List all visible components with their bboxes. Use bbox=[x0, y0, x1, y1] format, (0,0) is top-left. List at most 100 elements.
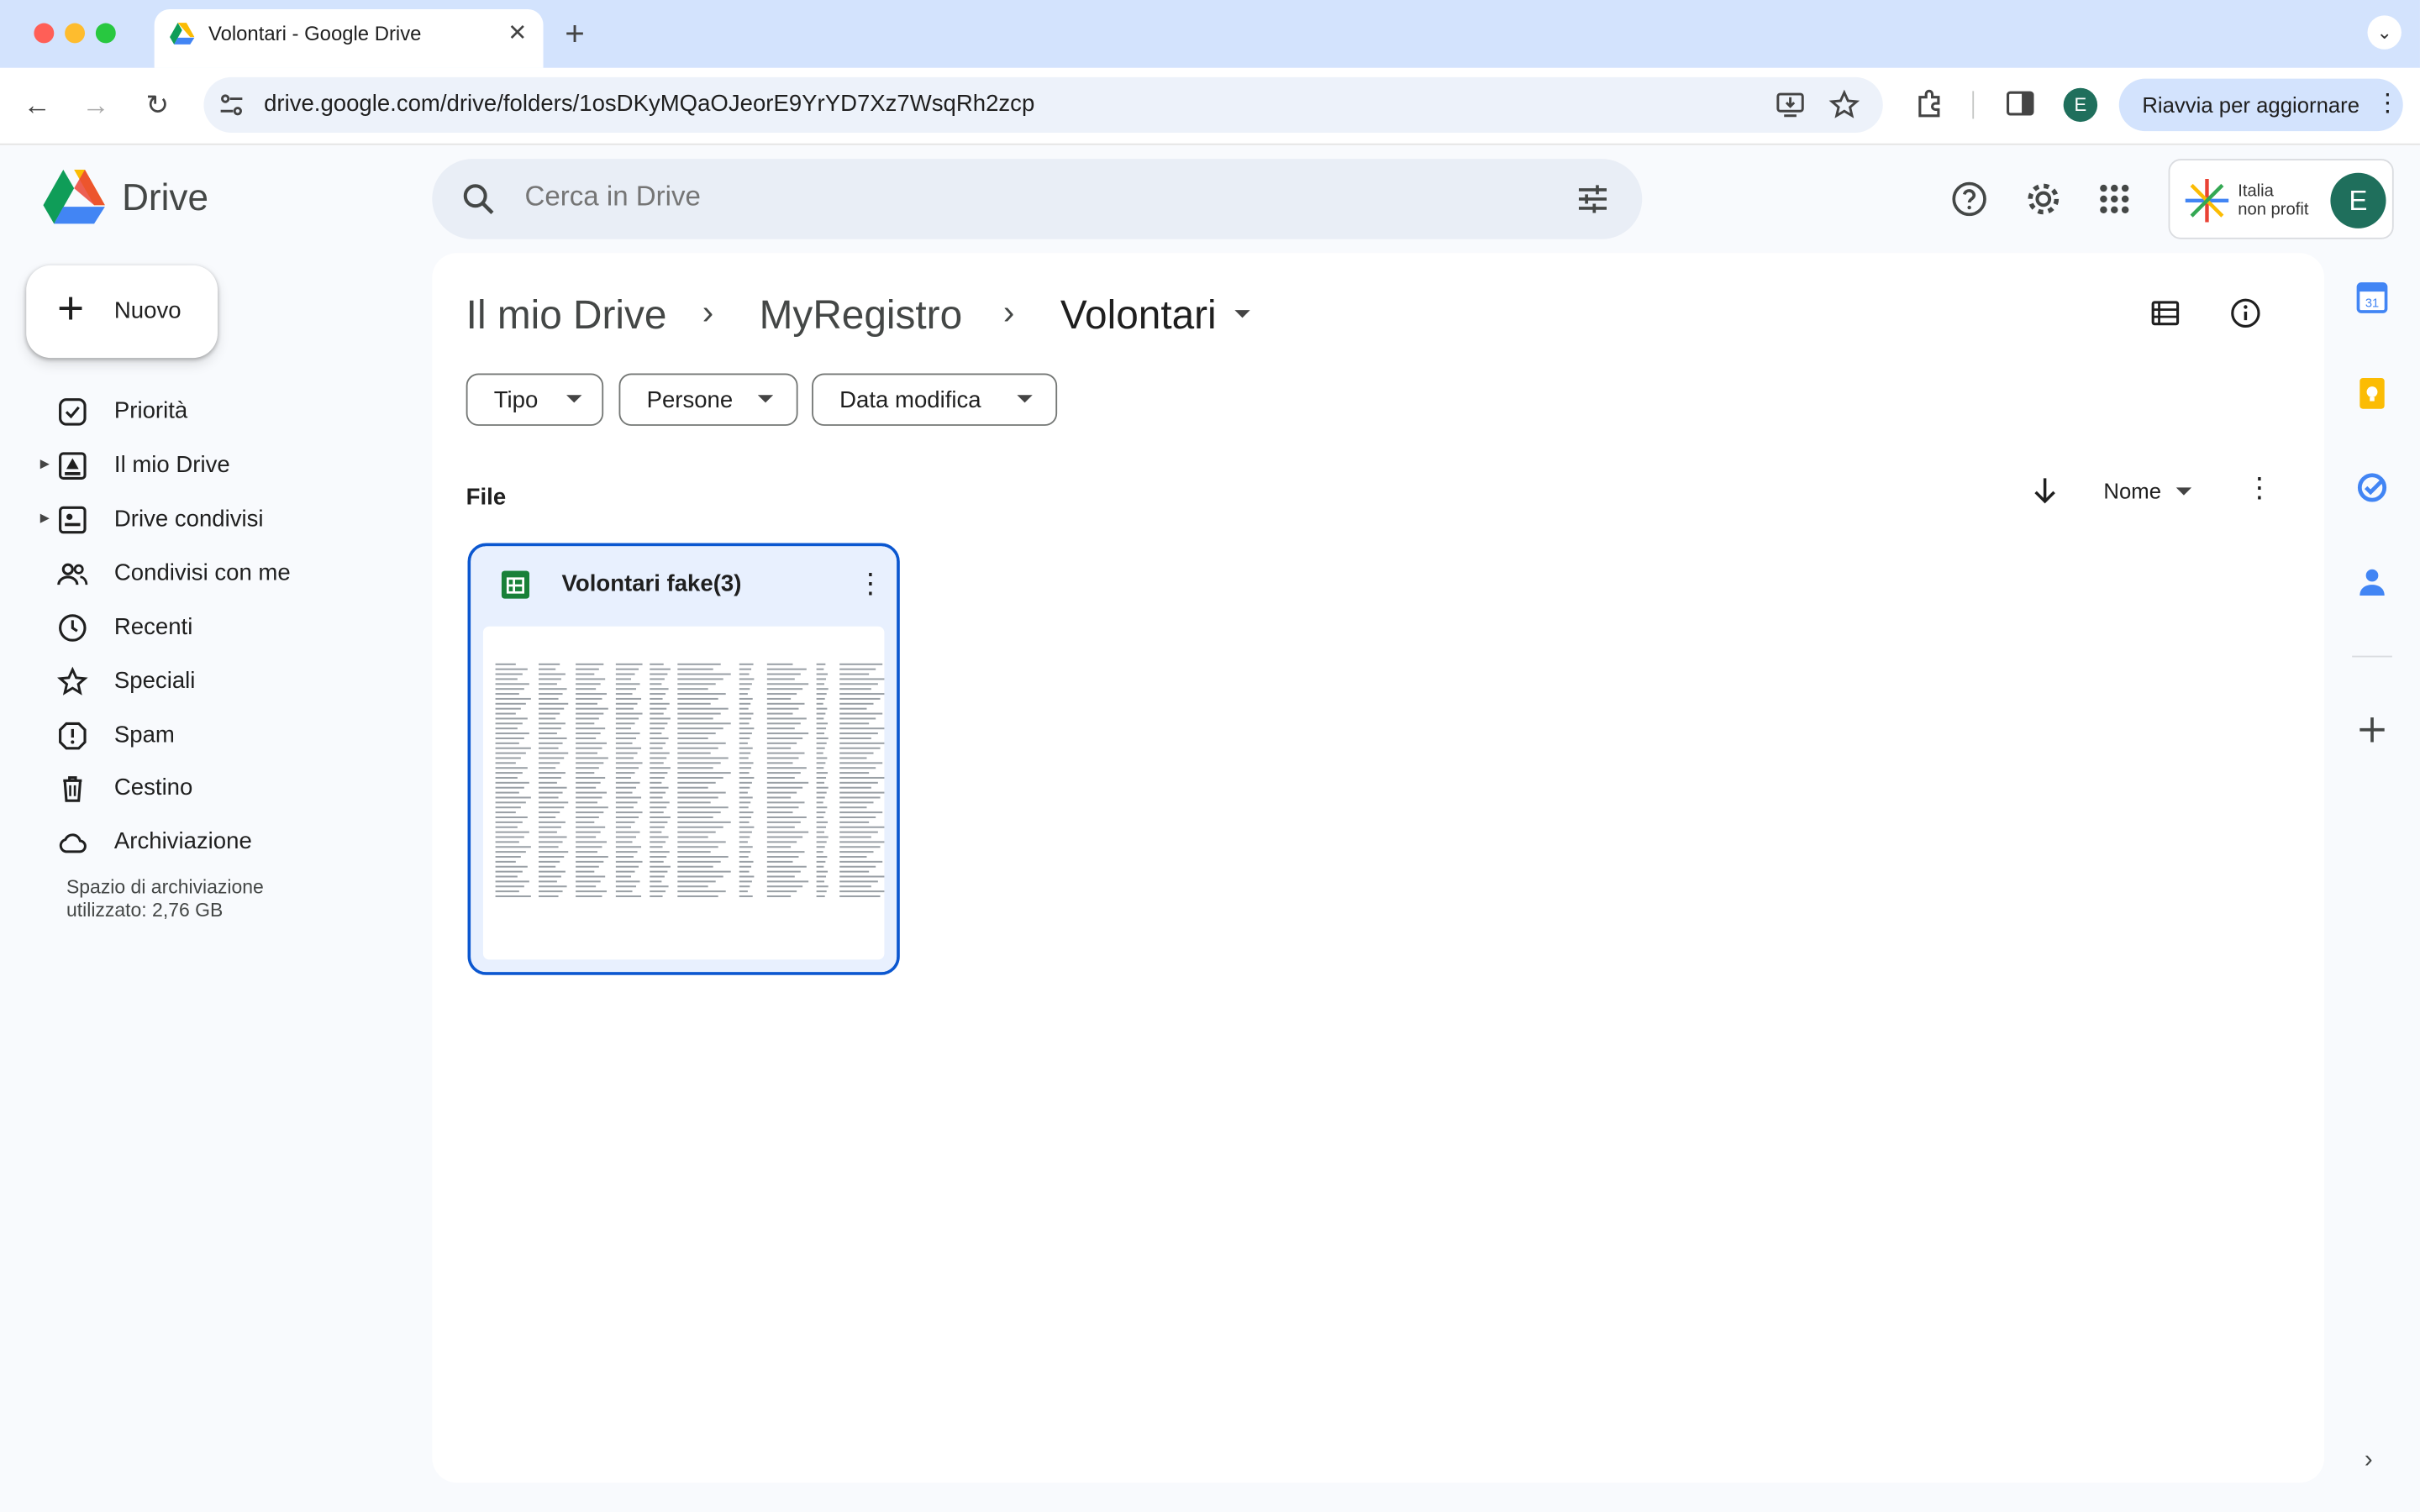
bookmark-star-icon[interactable] bbox=[1828, 89, 1860, 121]
browser-profile-avatar[interactable]: E bbox=[2063, 87, 2098, 123]
tab-search-chevron-icon[interactable]: ⌄ bbox=[2367, 15, 2402, 50]
preview-cell bbox=[839, 796, 881, 799]
sidebar-item-starred[interactable]: Speciali bbox=[0, 656, 417, 708]
preview-cell bbox=[677, 851, 711, 853]
list-view-icon[interactable] bbox=[2149, 297, 2182, 330]
contacts-icon[interactable] bbox=[2355, 564, 2389, 598]
preview-cell bbox=[615, 776, 632, 779]
tasks-icon[interactable] bbox=[2355, 470, 2389, 504]
preview-cell bbox=[495, 791, 519, 794]
side-panel-icon[interactable] bbox=[2003, 87, 2037, 120]
preview-cell bbox=[650, 668, 671, 670]
minimize-window-button[interactable] bbox=[65, 23, 86, 44]
browser-tab[interactable]: Volontari - Google Drive ✕ bbox=[154, 9, 544, 68]
side-panel-collapse-chevron-icon[interactable]: › bbox=[2365, 1447, 2373, 1475]
close-window-button[interactable] bbox=[34, 23, 55, 44]
preview-cell bbox=[495, 747, 531, 749]
preview-cell bbox=[766, 702, 805, 705]
site-info-icon[interactable] bbox=[216, 90, 247, 121]
preview-cell bbox=[576, 841, 608, 843]
preview-cell bbox=[650, 895, 663, 898]
sidebar-item-recent[interactable]: Recenti bbox=[0, 601, 417, 654]
sidebar-item-my-drive[interactable]: ▶ Il mio Drive bbox=[0, 439, 417, 491]
info-icon[interactable] bbox=[2228, 297, 2262, 330]
keep-notes-icon[interactable] bbox=[2355, 376, 2389, 410]
forward-icon[interactable]: → bbox=[77, 87, 114, 123]
install-app-icon[interactable] bbox=[1775, 90, 1806, 121]
preview-cell bbox=[576, 796, 602, 799]
filter-type-chip[interactable]: Tipo bbox=[466, 373, 604, 426]
reload-icon[interactable]: ↻ bbox=[139, 87, 176, 123]
apps-grid-icon[interactable] bbox=[2094, 179, 2134, 219]
avatar[interactable]: E bbox=[2330, 172, 2386, 228]
folder-menu-caret-icon[interactable] bbox=[1234, 310, 1250, 318]
sidebar-item-storage[interactable]: Archiviazione bbox=[0, 816, 417, 869]
preview-cell bbox=[650, 767, 671, 769]
file-more-actions-icon[interactable]: ⋮ bbox=[856, 568, 884, 601]
breadcrumb-separator-icon: › bbox=[1002, 292, 1015, 332]
back-icon[interactable]: ← bbox=[18, 87, 55, 123]
sidebar-item-shared-with-me[interactable]: Condivisi con me bbox=[0, 548, 417, 600]
settings-gear-icon[interactable] bbox=[2023, 179, 2064, 219]
app-name[interactable]: Drive bbox=[122, 177, 208, 220]
preview-cell bbox=[816, 781, 825, 784]
update-browser-button[interactable]: Riavvia per aggiornare ⋮ bbox=[2118, 78, 2403, 132]
preview-cell bbox=[839, 767, 876, 769]
new-tab-button[interactable]: + bbox=[565, 14, 585, 55]
account-switcher[interactable]: Italia non profit E bbox=[2168, 159, 2394, 239]
breadcrumb-my-drive[interactable]: Il mio Drive bbox=[466, 291, 667, 339]
preview-cell bbox=[739, 821, 750, 823]
preview-cell bbox=[739, 712, 754, 715]
preview-cell bbox=[766, 816, 807, 819]
address-bar[interactable]: drive.google.com/drive/folders/1osDKyMQa… bbox=[203, 76, 1883, 133]
sidebar-item-trash[interactable]: Cestino bbox=[0, 762, 417, 814]
close-tab-icon[interactable]: ✕ bbox=[508, 18, 527, 46]
preview-cell bbox=[677, 806, 729, 809]
drive-logo-icon[interactable] bbox=[43, 170, 105, 225]
preview-cell bbox=[739, 796, 753, 799]
preview-cell bbox=[495, 890, 519, 893]
sidebar-item-shared-drives[interactable]: ▶ Drive condivisi bbox=[0, 494, 417, 546]
expand-caret-icon[interactable]: ▶ bbox=[40, 511, 50, 525]
browser-menu-icon[interactable]: ⋮ bbox=[2375, 88, 2400, 119]
preview-cell bbox=[495, 693, 519, 696]
preview-cell bbox=[816, 885, 829, 888]
search-icon[interactable] bbox=[460, 181, 497, 218]
preview-cell bbox=[766, 762, 793, 764]
preview-cell bbox=[539, 890, 563, 893]
add-addon-plus-icon[interactable] bbox=[2355, 713, 2389, 747]
sidebar-item-spam[interactable]: Spam bbox=[0, 710, 417, 762]
help-icon[interactable] bbox=[1949, 179, 1990, 219]
preview-cell bbox=[495, 722, 523, 725]
preview-cell bbox=[576, 727, 606, 730]
expand-caret-icon[interactable]: ▶ bbox=[40, 457, 50, 471]
filter-people-chip[interactable]: Persone bbox=[618, 373, 798, 426]
preview-cell bbox=[650, 683, 662, 685]
more-options-icon[interactable]: ⋮ bbox=[2245, 472, 2273, 505]
preview-cell bbox=[539, 826, 561, 828]
zoom-window-button[interactable] bbox=[95, 23, 116, 44]
preview-cell bbox=[816, 841, 827, 843]
file-card[interactable]: Volontari fake(3) ⋮ bbox=[467, 543, 900, 975]
breadcrumb-myregistro[interactable]: MyRegistro bbox=[760, 291, 962, 339]
preview-cell bbox=[495, 702, 526, 705]
sort-direction-arrow-icon[interactable] bbox=[2028, 474, 2061, 507]
extensions-icon[interactable] bbox=[1914, 87, 1948, 120]
search-options-icon[interactable] bbox=[1574, 181, 1611, 218]
search-input[interactable] bbox=[524, 180, 1512, 213]
filter-modified-chip[interactable]: Data modifica bbox=[812, 373, 1058, 426]
preview-cell bbox=[766, 826, 795, 828]
preview-cell bbox=[677, 702, 711, 705]
preview-cell bbox=[839, 722, 870, 725]
breadcrumb-current-folder[interactable]: Volontari bbox=[1060, 291, 1217, 339]
search-bar[interactable] bbox=[432, 159, 1643, 239]
new-button[interactable]: + Nuovo bbox=[26, 265, 218, 359]
sort-by-button[interactable]: Nome bbox=[2103, 478, 2161, 502]
preview-cell bbox=[576, 831, 601, 833]
sidebar-item-priority[interactable]: Priorità bbox=[0, 386, 417, 438]
chevron-down-icon[interactable] bbox=[2175, 487, 2192, 496]
calendar-icon[interactable]: 31 bbox=[2355, 281, 2389, 314]
url-text[interactable]: drive.google.com/drive/folders/1osDKyMQa… bbox=[264, 91, 1034, 117]
preview-cell bbox=[677, 836, 708, 838]
preview-cell bbox=[495, 796, 531, 799]
